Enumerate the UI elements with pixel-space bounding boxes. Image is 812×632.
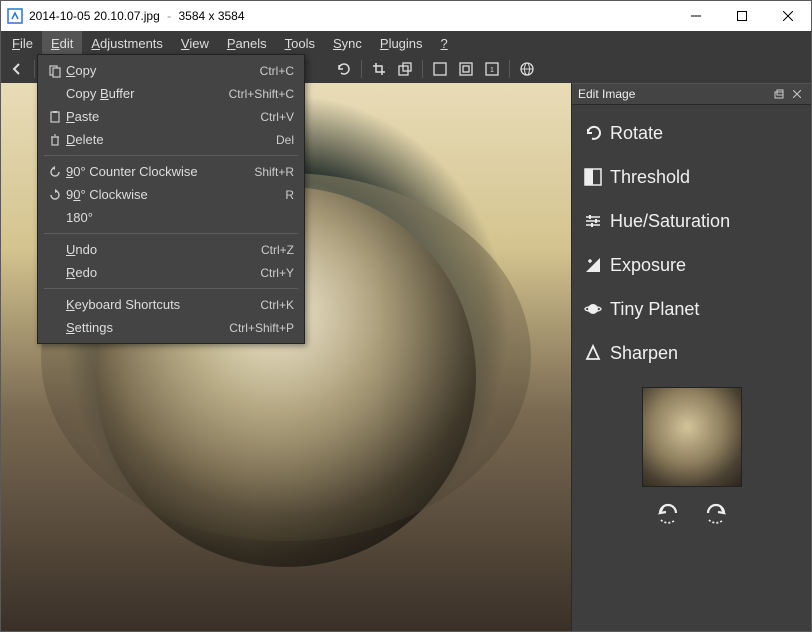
menu-settings[interactable]: Settings Ctrl+Shift+P (38, 316, 304, 339)
menu-view[interactable]: View (172, 31, 218, 55)
threshold-icon (584, 168, 610, 186)
panel-close-icon[interactable] (789, 86, 805, 102)
panel-undock-icon[interactable] (771, 86, 787, 102)
trash-icon (44, 133, 66, 147)
menu-sep (44, 233, 298, 234)
rotate-icon (584, 123, 610, 143)
menu-rotate-ccw[interactable]: 90° Counter Clockwise Shift+R (38, 160, 304, 183)
edit-exposure-label: Exposure (610, 255, 686, 276)
toolbar-sep (34, 60, 35, 78)
fit-icon[interactable] (428, 57, 452, 81)
titlebar: 2014-10-05 20.10.07.jpg - 3584 x 3584 (1, 1, 811, 31)
planet-icon (584, 300, 610, 318)
actual-icon[interactable]: 1 (480, 57, 504, 81)
panel-body: Rotate Threshold Hue/Saturation Exposure… (572, 105, 811, 631)
edit-panel: Edit Image Rotate Threshold Hue/Saturati… (571, 83, 811, 631)
menu-adjustments[interactable]: Adjustments (82, 31, 172, 55)
rotate-buttons (653, 501, 731, 527)
close-button[interactable] (765, 1, 811, 31)
app-window: 2014-10-05 20.10.07.jpg - 3584 x 3584 Fi… (0, 0, 812, 632)
menu-rotate-180[interactable]: 180° (38, 206, 304, 229)
title-dimensions: 3584 x 3584 (178, 9, 244, 23)
edit-threshold-label: Threshold (610, 167, 690, 188)
fill-icon[interactable] (454, 57, 478, 81)
sharpen-icon (584, 344, 610, 362)
sliders-icon (584, 212, 610, 230)
minimize-button[interactable] (673, 1, 719, 31)
globe-icon[interactable] (515, 57, 539, 81)
preview-thumbnail[interactable] (642, 387, 742, 487)
rotate-ccw-icon (44, 165, 66, 179)
toolbar-sep (422, 60, 423, 78)
window-title: 2014-10-05 20.10.07.jpg - 3584 x 3584 (29, 9, 673, 23)
menu-edit[interactable]: Edit (42, 31, 82, 55)
crop-icon[interactable] (367, 57, 391, 81)
edit-tinyplanet[interactable]: Tiny Planet (572, 287, 811, 331)
menu-rotate-cw[interactable]: 90° Clockwise R (38, 183, 304, 206)
title-filename: 2014-10-05 20.10.07.jpg (29, 9, 160, 23)
menu-sep (44, 288, 298, 289)
edit-rotate[interactable]: Rotate (572, 111, 811, 155)
maximize-button[interactable] (719, 1, 765, 31)
menubar: File Edit Adjustments View Panels Tools … (1, 31, 811, 55)
menu-sync[interactable]: Sync (324, 31, 371, 55)
preview-area (572, 375, 811, 537)
svg-text:1: 1 (490, 67, 494, 74)
edit-tinyplanet-label: Tiny Planet (610, 299, 699, 320)
menu-plugins[interactable]: Plugins (371, 31, 432, 55)
menu-keyboard-shortcuts[interactable]: Keyboard Shortcuts Ctrl+K (38, 293, 304, 316)
window-buttons (673, 1, 811, 31)
edit-huesat-label: Hue/Saturation (610, 211, 730, 232)
menu-help[interactable]: ? (432, 31, 457, 55)
paste-icon (44, 110, 66, 124)
revert-icon[interactable] (332, 57, 356, 81)
rotate-cw-icon (44, 188, 66, 202)
title-sep: - (167, 9, 171, 23)
menu-file[interactable]: File (3, 31, 42, 55)
menu-copy-buffer[interactable]: Copy Buffer Ctrl+Shift+C (38, 82, 304, 105)
edit-sharpen-label: Sharpen (610, 343, 678, 364)
menu-tools[interactable]: Tools (276, 31, 324, 55)
menu-redo[interactable]: Redo Ctrl+Y (38, 261, 304, 284)
edit-menu-dropdown: Copy Ctrl+C Copy Buffer Ctrl+Shift+C Pas… (37, 54, 305, 344)
toolbar-sep (509, 60, 510, 78)
app-icon (7, 8, 23, 24)
edit-exposure[interactable]: Exposure (572, 243, 811, 287)
edit-threshold[interactable]: Threshold (572, 155, 811, 199)
back-button[interactable] (5, 57, 29, 81)
menu-panels[interactable]: Panels (218, 31, 276, 55)
panel-title: Edit Image (578, 87, 769, 101)
rotate-left-button[interactable] (653, 501, 683, 527)
edit-rotate-label: Rotate (610, 123, 663, 144)
menu-paste[interactable]: Paste Ctrl+V (38, 105, 304, 128)
menu-sep (44, 155, 298, 156)
edit-sharpen[interactable]: Sharpen (572, 331, 811, 375)
toolbar-sep (361, 60, 362, 78)
panel-header: Edit Image (572, 83, 811, 105)
copy-icon (44, 64, 66, 78)
edit-huesat[interactable]: Hue/Saturation (572, 199, 811, 243)
menu-delete[interactable]: Delete Del (38, 128, 304, 151)
exposure-icon (584, 256, 610, 274)
menu-copy[interactable]: Copy Ctrl+C (38, 59, 304, 82)
menu-undo[interactable]: Undo Ctrl+Z (38, 238, 304, 261)
resize-icon[interactable] (393, 57, 417, 81)
rotate-right-button[interactable] (701, 501, 731, 527)
